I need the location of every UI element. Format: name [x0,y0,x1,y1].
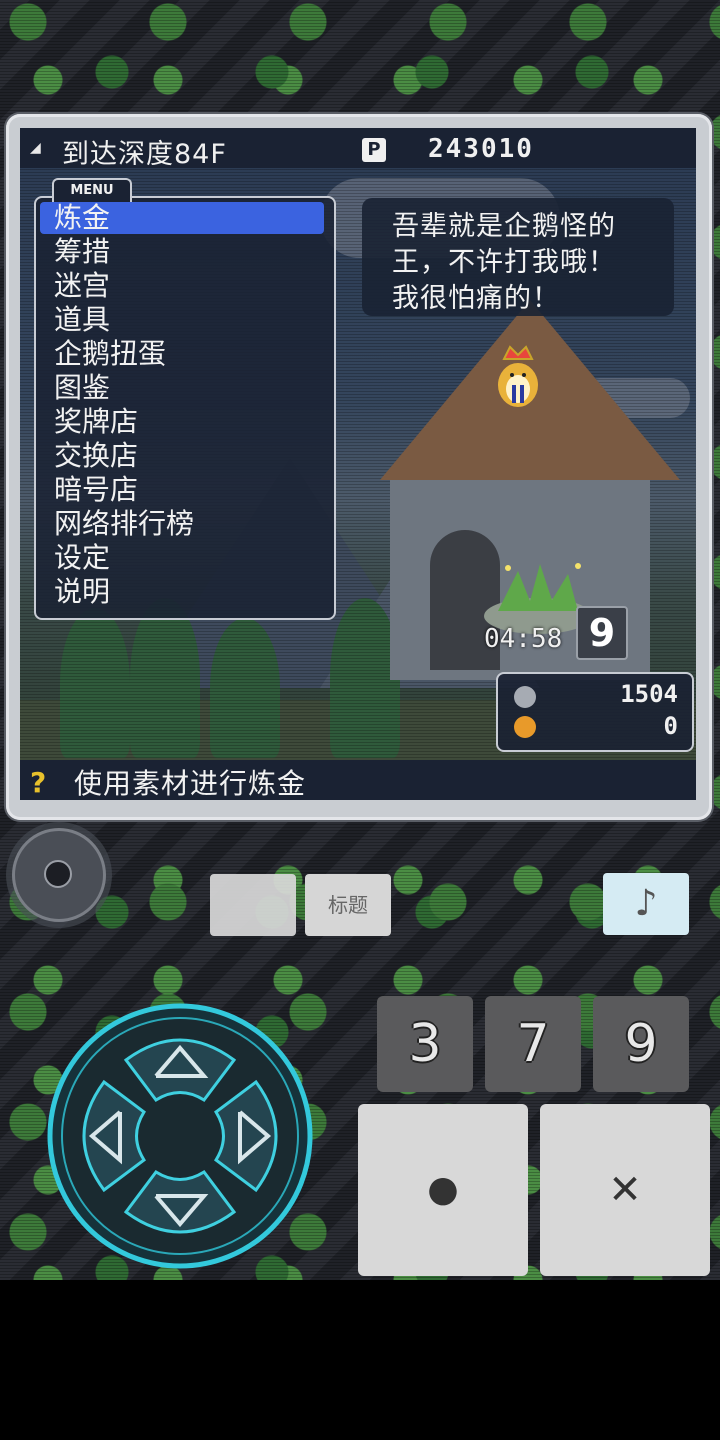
dialogue-line: 王，不许打我哦！ [392,247,616,278]
gem-value: 1504 [620,680,678,708]
signal-icon: ◢ [30,140,41,156]
menu-item-raise[interactable]: 筹措 [54,236,314,268]
penguin-king-sprite[interactable] [490,345,546,411]
gem-icon [514,686,536,708]
bottom-bar [0,1280,720,1440]
coin-icon [514,716,536,738]
coin-value: 0 [663,712,678,740]
circle-button[interactable]: ● [358,1104,528,1276]
music-toggle-button[interactable]: ♪ [603,873,689,935]
tree [210,618,280,758]
harvest-count: 9 [576,606,628,660]
dialogue-line: 我很怕痛的！ [392,283,560,314]
menu-item-code-shop[interactable]: 暗号店 [54,474,314,506]
menu-item-dungeon[interactable]: 迷宫 [54,270,314,302]
cross-button[interactable]: ✕ [540,1104,710,1276]
title-button[interactable]: 标题 [305,874,391,936]
main-menu: 炼金 筹措 迷宫 道具 企鹅扭蛋 图鉴 奖牌店 交换店 暗号店 网络排行榜 设定… [34,196,336,620]
speech-bubble: 吾辈就是企鹅怪的 王，不许打我哦！ 我很怕痛的！ [362,198,674,316]
harvest-timer: 04:58 [484,624,563,654]
menu-item-items[interactable]: 道具 [54,304,314,336]
button-7[interactable]: 7 [485,996,581,1092]
menu-item-settings[interactable]: 设定 [54,542,314,574]
dialogue-line: 吾辈就是企鹅怪的 [392,211,616,242]
button-3[interactable]: 3 [377,996,473,1092]
points-value: 243010 [428,134,534,164]
menu-item-help[interactable]: 说明 [54,576,314,608]
tree [130,598,200,758]
blank-button[interactable] [210,874,296,936]
resource-panel: 1504 0 [496,672,694,752]
menu-item-alchemy[interactable]: 炼金 [40,202,324,234]
dpad[interactable] [44,1000,316,1272]
button-9[interactable]: 9 [593,996,689,1092]
points-icon: P [362,138,386,162]
status-text: 使用素材进行炼金 [74,767,307,800]
tree [60,608,130,758]
menu-item-encyclopedia[interactable]: 图鉴 [54,372,314,404]
depth-label: 到达深度84F [62,139,227,170]
help-icon: ? [30,766,47,799]
menu-item-ranking[interactable]: 网络排行榜 [54,508,314,540]
menu-item-exchange-shop[interactable]: 交换店 [54,440,314,472]
menu-tab: MENU [52,178,132,202]
menu-item-gacha[interactable]: 企鹅扭蛋 [54,338,314,370]
gear-center [44,860,72,888]
menu-item-medal-shop[interactable]: 奖牌店 [54,406,314,438]
